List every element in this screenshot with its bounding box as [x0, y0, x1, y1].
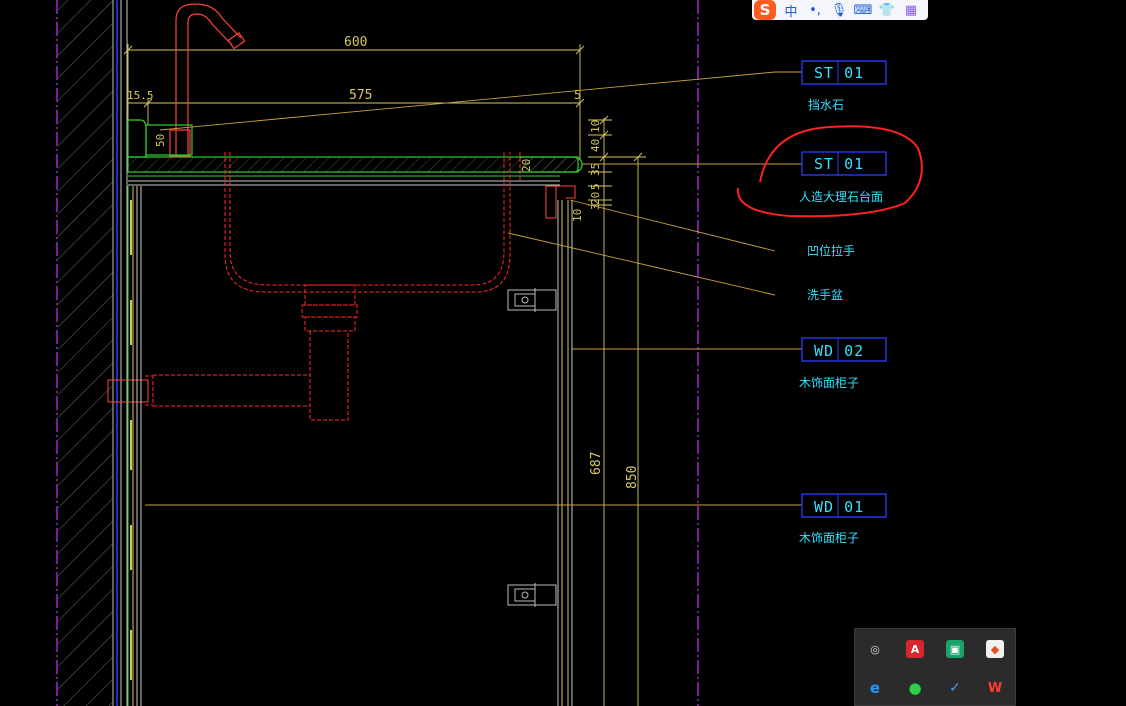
- adobe-reader-icon[interactable]: A: [906, 640, 924, 658]
- dim-text-15-5: 15.5: [127, 89, 154, 102]
- callout-basin[interactable]: 洗手盆: [807, 288, 843, 302]
- remote-desktop-icon[interactable]: ▣: [946, 640, 964, 658]
- callout-handle[interactable]: 凹位拉手: [807, 243, 855, 258]
- ime-language-toggle[interactable]: 中: [782, 1, 800, 20]
- countertop[interactable]: [127, 156, 583, 186]
- system-tray-overflow: ◎ A ▣ ◆ e ● ✓ W: [854, 628, 1016, 706]
- network-icon[interactable]: ◎: [866, 640, 884, 658]
- wechat-icon[interactable]: ●: [906, 679, 924, 697]
- leader-lines: [145, 71, 802, 506]
- hinge-bottom[interactable]: [507, 583, 557, 607]
- dim-text-10-top: 10: [589, 120, 602, 133]
- dimension-575[interactable]: [128, 70, 585, 160]
- sogou-logo-icon[interactable]: S: [754, 0, 776, 20]
- callout-desc: 挡水石: [808, 98, 844, 112]
- cabinet-body[interactable]: [127, 186, 573, 706]
- dimension-600[interactable]: [123, 44, 585, 120]
- callout-desc: 人造大理石台面: [799, 189, 883, 204]
- dim-text-20: 20: [520, 159, 533, 172]
- callout-desc: 洗手盆: [807, 288, 843, 302]
- dim-text-5b: 5: [589, 183, 602, 190]
- callout-st01-backsplash[interactable]: ST 01 挡水石: [801, 60, 887, 112]
- callout-wd01[interactable]: WD 01 木饰面柜子: [799, 493, 887, 545]
- toolbox-icon[interactable]: ▦: [902, 1, 920, 19]
- dim-text-35: 35: [589, 163, 602, 176]
- dim-text-40: 40: [589, 139, 602, 152]
- dim-text-575: 575: [349, 88, 372, 103]
- wps-icon[interactable]: W: [986, 679, 1004, 697]
- wall-hatch: [58, 0, 113, 706]
- callout-st01-countertop[interactable]: ST 01 人造大理石台面: [799, 151, 887, 204]
- callout-code: WD 02: [814, 342, 864, 360]
- dim-text-850: 850: [625, 466, 640, 489]
- callout-wd02[interactable]: WD 02 木饰面柜子: [799, 337, 887, 390]
- punctuation-icon[interactable]: •,: [806, 1, 824, 19]
- cad-drawing-canvas[interactable]: 600 575 15.5 5 50 20 10 40 35 5 20 3 10 …: [0, 0, 1126, 706]
- dim-text-20b: 20: [589, 192, 602, 205]
- dim-text-10-handle: 10: [571, 209, 584, 222]
- callout-desc: 木饰面柜子: [799, 376, 859, 390]
- backsplash-stone: [127, 119, 147, 158]
- security-shield-icon[interactable]: ✓: [946, 679, 964, 697]
- ime-toolbar[interactable]: S 中 •, 🎙 ⌨ 👕 ▦: [752, 0, 928, 20]
- callout-code: WD 01: [814, 498, 864, 516]
- callout-desc: 木饰面柜子: [799, 531, 859, 545]
- callout-code: ST 01: [814, 64, 864, 82]
- hinge-top[interactable]: [507, 288, 557, 312]
- sink-basin[interactable]: [145, 152, 521, 421]
- faucet[interactable]: [145, 3, 246, 157]
- callout-code: ST 01: [814, 155, 864, 173]
- dim-text-600: 600: [344, 35, 367, 50]
- browser-icon[interactable]: e: [866, 679, 884, 697]
- dim-text-50: 50: [154, 134, 167, 147]
- skin-icon[interactable]: 👕: [878, 1, 896, 19]
- keyboard-icon[interactable]: ⌨: [854, 1, 873, 19]
- microphone-icon[interactable]: 🎙: [830, 1, 848, 19]
- cloud-sync-icon[interactable]: ◆: [986, 640, 1004, 658]
- callout-desc: 凹位拉手: [807, 243, 855, 258]
- dim-text-687: 687: [589, 452, 604, 475]
